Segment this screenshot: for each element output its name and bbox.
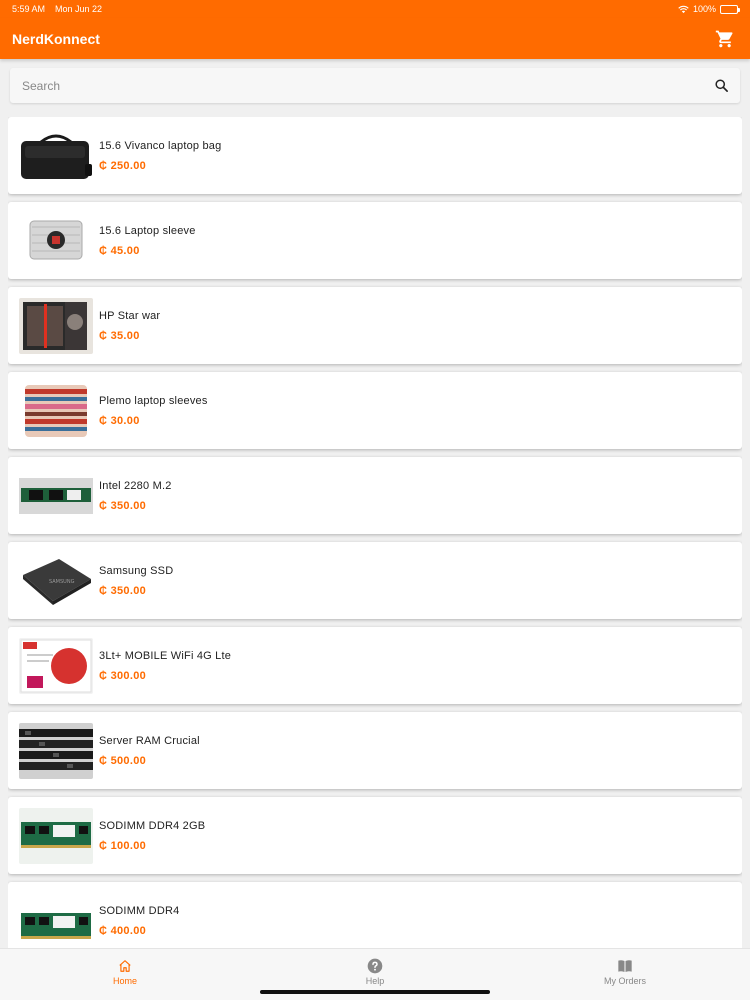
svg-text:SAMSUNG: SAMSUNG	[49, 579, 75, 585]
product-price: ₵ 100.00	[99, 839, 147, 852]
book-icon	[617, 958, 633, 974]
sodimm-image	[19, 892, 93, 948]
product-name: SODIMM DDR4	[99, 904, 180, 917]
product-list: 15.6 Vivanco laptop bag ₵ 250.00 15.6 La…	[8, 117, 742, 948]
tab-home[interactable]: Home	[0, 949, 250, 1000]
product-name: 15.6 Vivanco laptop bag	[99, 139, 222, 152]
patterned-sleeve-image	[19, 382, 93, 439]
status-time: 5:59 AM	[12, 4, 46, 14]
status-date: Mon Jun 22	[55, 4, 103, 14]
search-bar	[10, 68, 740, 103]
cart-icon	[715, 30, 733, 47]
server-ram-image	[19, 722, 93, 779]
product-card[interactable]: Intel 2280 M.2 ₵ 350.00	[8, 457, 742, 534]
tab-label: Home	[112, 976, 137, 986]
app-bar: NerdKonnect	[0, 18, 750, 59]
product-name: Server RAM Crucial	[99, 734, 200, 747]
product-name: SODIMM DDR4 2GB	[99, 819, 206, 832]
m2-ssd-image	[19, 467, 93, 524]
tab-label: Help	[365, 976, 385, 986]
product-card[interactable]: SAMSUNG Samsung SSD ₵ 350.00	[8, 542, 742, 619]
sata-ssd-image: SAMSUNG	[19, 552, 93, 609]
product-price: ₵ 400.00	[99, 924, 147, 937]
laptop-bag-image	[19, 127, 93, 184]
product-name: 3Lt+ MOBILE WiFi 4G Lte	[99, 649, 232, 662]
app-title: NerdKonnect	[12, 30, 100, 47]
help-icon	[367, 958, 383, 974]
laptop-sleeve-image	[19, 212, 93, 269]
battery-percent: 100%	[692, 4, 716, 14]
product-price: ₵ 45.00	[99, 244, 140, 257]
product-card[interactable]: Server RAM Crucial ₵ 500.00	[8, 712, 742, 789]
product-name: Intel 2280 M.2	[99, 479, 172, 492]
product-price: ₵ 300.00	[99, 669, 147, 682]
tab-my-orders[interactable]: My Orders	[500, 949, 750, 1000]
search-icon[interactable]	[712, 77, 730, 95]
product-name: Samsung SSD	[99, 564, 174, 577]
star-wars-sleeve-image	[19, 297, 93, 354]
search-input[interactable]	[22, 78, 712, 93]
product-card[interactable]: 3Lt+ MOBILE WiFi 4G Lte ₵ 300.00	[8, 627, 742, 704]
product-card[interactable]: 15.6 Vivanco laptop bag ₵ 250.00	[8, 117, 742, 194]
product-price: ₵ 350.00	[99, 584, 147, 597]
wifi-icon	[678, 5, 689, 13]
product-price: ₵ 350.00	[99, 499, 147, 512]
product-card[interactable]: SODIMM DDR4 ₵ 400.00	[8, 882, 742, 948]
sodimm-image	[19, 807, 93, 864]
product-card[interactable]: 15.6 Laptop sleeve ₵ 45.00	[8, 202, 742, 279]
product-card[interactable]: SODIMM DDR4 2GB ₵ 100.00	[8, 797, 742, 874]
product-card[interactable]: Plemo laptop sleeves ₵ 30.00	[8, 372, 742, 449]
product-name: Plemo laptop sleeves	[99, 394, 208, 407]
mobile-wifi-image	[19, 637, 93, 694]
product-name: HP Star war	[99, 309, 161, 322]
product-price: ₵ 35.00	[99, 329, 140, 342]
home-indicator	[260, 990, 490, 994]
home-icon	[117, 958, 133, 974]
product-card[interactable]: HP Star war ₵ 35.00	[8, 287, 742, 364]
cart-button[interactable]	[712, 26, 738, 52]
product-price: ₵ 500.00	[99, 754, 147, 767]
tab-label: My Orders	[603, 976, 646, 986]
product-price: ₵ 30.00	[99, 414, 140, 427]
status-bar: 5:59 AM Mon Jun 22 100%	[0, 0, 750, 18]
battery-icon	[720, 4, 740, 14]
product-name: 15.6 Laptop sleeve	[99, 224, 196, 237]
product-price: ₵ 250.00	[99, 159, 147, 172]
